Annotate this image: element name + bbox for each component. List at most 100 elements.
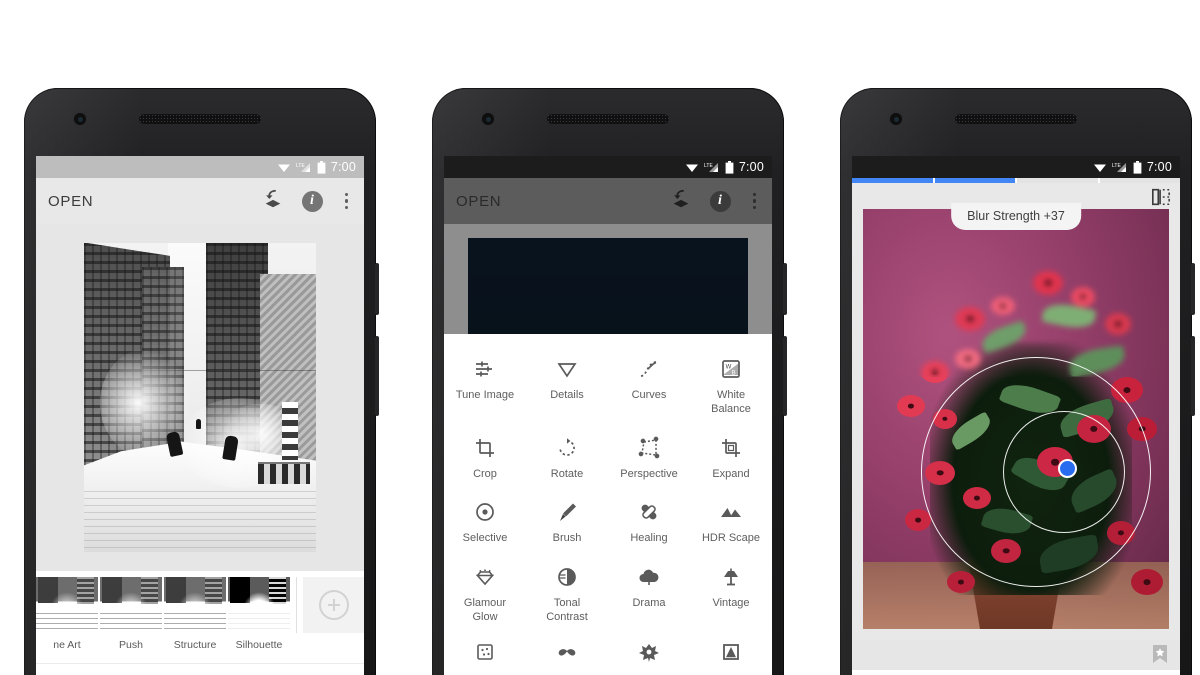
mustache-retrolux-icon [526,637,608,667]
look-item[interactable]: ne Art [36,577,98,651]
tool-label: Selective [462,532,508,545]
volume-button[interactable] [1191,336,1195,416]
status-bar: LTE 7:00 [852,156,1180,178]
tool-label: HDR Scape [701,532,761,545]
tool-retrolux[interactable] [526,637,608,669]
look-thumbnail [228,577,290,633]
selective-target-icon [446,497,524,527]
phone-2-screen: LTE 7:00 OPEN i Tune Image Details Curve… [444,156,772,675]
blur-strength-tooltip: Blur Strength +37 [951,203,1081,230]
status-bar: LTE 7:00 [36,156,364,178]
tool-healing[interactable]: Healing [608,491,690,556]
earpiece-speaker [547,114,669,124]
looks-filmstrip[interactable]: ne Art Push Structure Silhouette [36,571,364,663]
tool-rotate[interactable]: Rotate [526,427,608,492]
tool-label: Rotate [550,467,584,480]
open-button[interactable]: OPEN [48,193,262,210]
volume-button[interactable] [783,336,787,416]
blur-center-handle[interactable] [1058,459,1077,478]
layers-undo-icon[interactable] [262,188,284,215]
tool-frames[interactable] [690,637,772,669]
svg-text:LTE: LTE [1112,163,1121,169]
earpiece-speaker [955,114,1077,124]
look-label: Push [119,639,143,651]
tool-perspective[interactable]: Perspective [608,427,690,492]
phone-3: LTE 7:00 Blur Strength +37 [840,88,1195,675]
power-button[interactable] [1191,263,1195,315]
overflow-menu-icon[interactable] [749,191,761,212]
tool-tune-image[interactable]: Tune Image [444,348,526,427]
svg-text:LTE: LTE [296,163,305,169]
tool-brush[interactable]: Brush [526,491,608,556]
tool-label: Perspective [620,467,678,480]
tool-drama[interactable]: Drama [608,556,690,635]
tool-hdr-scape[interactable]: HDR Scape [690,491,772,556]
rotate-icon [528,433,606,463]
half-circle-contrast-icon [528,562,606,592]
power-button[interactable] [783,263,787,315]
app-bar: OPEN i [444,178,772,224]
front-camera-icon [74,113,86,125]
look-thumbnail [36,577,98,633]
battery-icon [317,160,326,174]
tool-vintage[interactable]: Vintage [690,556,772,635]
volume-button[interactable] [375,336,379,416]
wifi-icon [685,164,698,172]
status-bar-time: 7:00 [1146,160,1172,174]
photo-canvas[interactable]: Blur Strength +37 [852,203,1180,640]
look-item[interactable]: Silhouette [228,577,290,651]
tool-label: White Balance [711,389,751,415]
tool-selective[interactable]: Selective [444,491,526,556]
add-look-button[interactable] [303,577,364,633]
signal-lte-icon: LTE [1112,163,1126,172]
screenshot-stage: LTE 7:00 OPEN i ne Art Push Structure Si… [0,0,1200,675]
photo-canvas[interactable] [36,224,364,571]
perspective-icon [610,433,688,463]
wifi-icon [277,164,290,172]
tool-expand[interactable]: Expand [690,427,772,492]
open-button[interactable]: OPEN [456,193,670,210]
signal-lte-icon: LTE [296,163,310,172]
triangle-down-icon [528,354,606,384]
phone-1-screen: LTE 7:00 OPEN i ne Art Push Structure Si… [36,156,364,675]
tool-curves[interactable]: Curves [608,348,690,427]
bottom-tab-bar: LOOKS TOOLS EXPORT [36,663,364,675]
tool-label: Drama [632,597,666,609]
tool-label: Healing [630,532,668,545]
tool-tonal-contrast[interactable]: Tonal Contrast [526,556,608,635]
tools-row: Tune Image Details Curves WB White Balan… [444,348,772,427]
tool-label: Crop [473,467,497,480]
front-camera-icon [890,113,902,125]
tool-crop[interactable]: Crop [444,427,526,492]
sliders-icon [446,354,524,384]
tool-label: Curves [631,389,667,401]
tool-label: Vintage [712,597,750,609]
scrim-overlay[interactable] [444,224,772,334]
battery-icon [1133,160,1142,174]
glamour-gem-icon [446,562,524,592]
status-bar-time: 7:00 [330,160,356,174]
tool-label: Tune Image [455,389,515,401]
tool-details[interactable]: Details [526,348,608,427]
photo-canvas-dimmed [444,224,772,334]
divider [296,577,297,633]
tool-grunge[interactable] [608,637,690,669]
phone-3-screen: LTE 7:00 Blur Strength +37 [852,156,1180,675]
svg-text:LTE: LTE [704,163,713,169]
power-button[interactable] [375,263,379,315]
bookmark-bar [852,640,1180,670]
layers-undo-icon[interactable] [670,188,692,215]
info-icon[interactable]: i [709,190,731,212]
edited-photo[interactable] [84,242,316,553]
bookmark-star-icon[interactable] [1150,643,1170,670]
tool-grainy-film[interactable] [444,637,526,669]
look-item[interactable]: Structure [164,577,226,651]
look-item[interactable]: Push [100,577,162,651]
svg-text:B: B [732,371,736,377]
edited-photo[interactable] [863,209,1169,629]
overflow-menu-icon[interactable] [341,191,353,212]
tool-white-balance[interactable]: WB White Balance [690,348,772,427]
phone-1: LTE 7:00 OPEN i ne Art Push Structure Si… [24,88,379,675]
tool-glamour-glow[interactable]: Glamour Glow [444,556,526,635]
info-icon[interactable]: i [301,190,323,212]
